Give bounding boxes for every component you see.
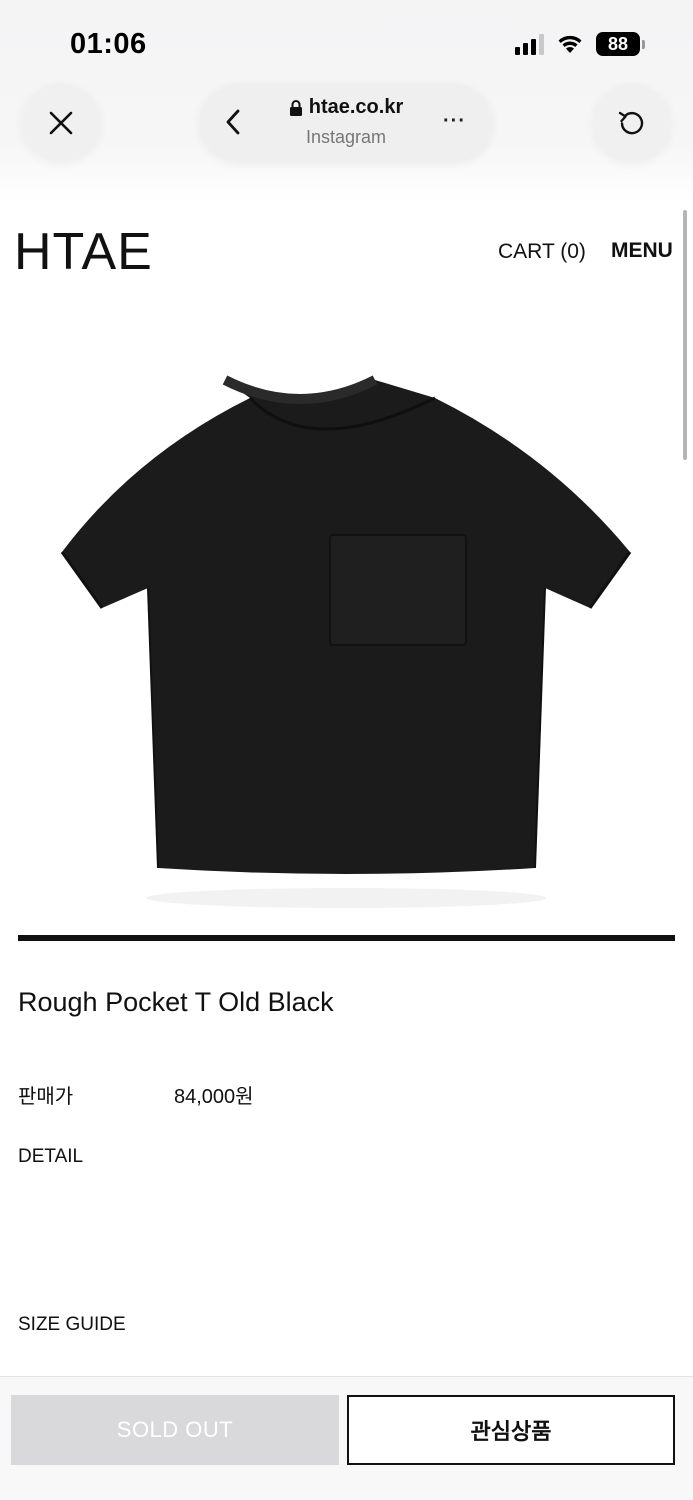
wifi-icon xyxy=(558,35,582,53)
reload-icon xyxy=(618,111,644,135)
product-image xyxy=(60,375,632,908)
url-bar[interactable]: htae.co.kr Instagram ··· xyxy=(200,84,492,162)
battery-icon: 88 xyxy=(596,32,645,56)
url-domain: htae.co.kr xyxy=(308,96,404,118)
section-divider xyxy=(18,935,675,941)
price-label: 판매가 xyxy=(18,1086,74,1108)
wishlist-button[interactable]: 관심상품 xyxy=(347,1395,675,1465)
size-guide-tab[interactable]: SIZE GUIDE xyxy=(18,1314,126,1336)
more-options-button[interactable]: ··· xyxy=(443,110,466,133)
cart-link[interactable]: CART (0) xyxy=(498,240,586,264)
status-time: 01:06 xyxy=(70,28,147,60)
sold-out-button[interactable]: SOLD OUT xyxy=(11,1395,339,1465)
scrollbar[interactable] xyxy=(683,210,687,460)
status-indicators: 88 xyxy=(515,32,645,56)
bottom-action-bar: SOLD OUT 관심상품 xyxy=(0,1376,693,1500)
detail-tab[interactable]: DETAIL xyxy=(18,1146,83,1168)
reload-button[interactable] xyxy=(593,84,671,162)
lock-icon xyxy=(289,99,302,116)
close-icon xyxy=(49,111,73,135)
browser-chrome: 01:06 88 htae.co.kr Instagram ··· xyxy=(0,0,693,205)
battery-level: 88 xyxy=(596,32,640,56)
menu-button[interactable]: MENU xyxy=(611,239,673,263)
product-title: Rough Pocket T Old Black xyxy=(18,987,334,1017)
cellular-signal-icon xyxy=(515,33,544,55)
price-value: 84,000원 xyxy=(174,1086,254,1108)
close-button[interactable] xyxy=(22,84,100,162)
site-logo[interactable]: HTAE xyxy=(14,222,153,282)
